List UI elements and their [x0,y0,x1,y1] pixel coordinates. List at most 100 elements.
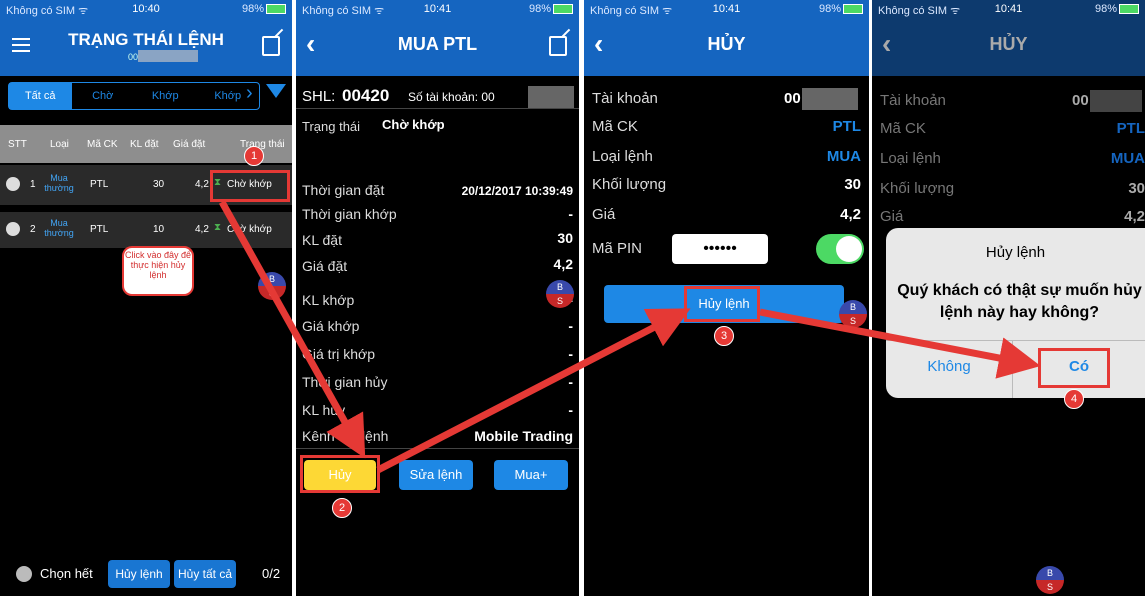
highlight-box-confirm [684,286,760,322]
dialog-no-button[interactable]: Không [886,358,1012,375]
export-icon[interactable] [262,36,280,56]
account-label: Số tài khoản: 00 [408,90,495,104]
cancel-all-button[interactable]: Hủy tất cả [174,560,236,588]
screen-order-status: Không có SIM ᯤ 10:40 98% TRẠNG THÁI LỆNH… [0,0,292,596]
buy-sell-button[interactable]: BS [1036,566,1064,594]
status-bar: Không có SIM ᯤ 10:40 98% [0,0,292,18]
field-value: PTL [832,118,861,135]
page-title: MUA PTL [397,34,478,54]
page-title: TRẠNG THÁI LỆNH [68,30,224,49]
field-value: 20/12/2017 10:39:49 [461,184,573,198]
battery-icon [553,4,573,15]
table-row[interactable]: 2 Mua thường PTL 10 4,2 ⧗ Chờ khớp [0,212,292,248]
field-label: KL khớp [302,292,355,308]
screen-order-detail: Không có SIM ᯤ 10:41 98% ‹ MUA PTL SHL: … [296,0,579,596]
battery-icon [1119,4,1139,15]
field-label: Loại lệnh [592,148,653,165]
field-label: Tài khoản [880,92,946,109]
buy-sell-button[interactable]: BS [258,272,286,300]
field-label: Giá đặt [302,258,348,274]
select-all-label[interactable]: Chọn hết [40,566,93,581]
field-value: - [568,374,573,390]
shl-label: SHL: [302,88,336,105]
footer-bar: Chọn hết Hủy lệnh Hủy tất cả 0/2 [0,560,292,590]
redacted-block [1090,90,1142,112]
field-label: Khối lượng [880,180,955,197]
save-pin-toggle[interactable] [816,234,864,264]
field-value: MUA [826,148,861,165]
shl-value: 00420 [342,86,390,105]
field-label: Thời gian hủy [302,374,388,390]
screen-cancel-order: Không có SIM ᯤ 10:41 98% ‹ HỦY Tài khoản… [584,0,869,596]
export-icon[interactable] [549,36,567,56]
field-label: Thời gian khớp [302,206,397,222]
page-title: HỦY [707,34,746,54]
field-value: 30 [557,230,573,246]
row-checkbox[interactable] [6,222,20,236]
field-label: Khối lượng [592,176,667,193]
field-label: KL đặt [302,232,342,248]
field-label: Mã CK [592,118,638,135]
tab-pending[interactable]: Chờ [72,83,135,109]
field-label: Kênh đặt lệnh [302,428,389,444]
field-value: PTL [1116,120,1145,137]
cancel-order-button[interactable]: Hủy lệnh [108,560,170,588]
buy-more-button[interactable]: Mua+ [494,460,568,490]
pin-label: Mã PIN [592,240,643,257]
field-value: 4,2 [553,256,573,272]
pin-input[interactable]: •••••• [672,234,768,264]
tab-bar: Tất cả Chờ Khớp Khớp [8,82,260,110]
field-label: Giá [592,206,616,223]
highlight-box-status [210,170,290,202]
dialog-message: Quý khách có thật sự muốn hủy lệnh này h… [897,282,1142,321]
step-badge-1: 1 [244,146,264,166]
battery-icon [266,4,286,15]
highlight-box-yes [1038,348,1110,388]
field-value: 30 [1128,180,1145,197]
navbar: TRẠNG THÁI LỆNH 00 [0,18,292,76]
field-label: Mã CK [880,120,926,137]
navbar: ‹ MUA PTL [296,18,579,76]
tab-all[interactable]: Tất cả [9,83,72,109]
select-all-radio[interactable] [16,566,32,582]
battery-icon [843,4,863,15]
field-value: - [568,206,573,222]
hourglass-icon: ⧗ [214,222,222,233]
battery: 98% [242,3,286,15]
redacted-block [802,88,858,110]
row-checkbox[interactable] [6,177,20,191]
navbar: ‹ HỦY [584,18,869,76]
field-value: MUA [1110,150,1145,167]
field-value: Mobile Trading [474,428,573,444]
order-status[interactable]: Chờ khớp [227,224,272,235]
buy-sell-button[interactable]: BS [839,300,867,328]
field-value: - [568,318,573,334]
field-value: - [568,346,573,362]
callout-note: Click vào đây để thực hiện hủy lệnh [122,246,194,296]
field-label: Giá trị khớp [302,346,375,362]
field-label: Thời gian đặt [302,182,385,198]
account-number: 00 [128,52,139,62]
screen-cancel-confirm: Không có SIM ᯤ 10:41 98% ‹ HỦY Tài khoản… [872,0,1145,596]
status-value: Chờ khớp [382,117,445,132]
field-label: Giá [880,208,904,225]
edit-order-button[interactable]: Sửa lệnh [399,460,473,490]
navbar: ‹ HỦY [872,18,1145,76]
buy-sell-button[interactable]: BS [546,280,574,308]
status-bar: Không có SIM ᯤ 10:41 98% [872,0,1145,18]
redacted-block [138,50,198,62]
tab-next-icon[interactable]: › [246,82,253,105]
tab-matched[interactable]: Khớp [134,83,197,109]
field-value: 4,2 [840,206,861,223]
status-label: Trạng thái [302,119,361,134]
step-badge-4: 4 [1064,389,1084,409]
status-bar: Không có SIM ᯤ 10:41 98% [296,0,579,18]
step-badge-2: 2 [332,498,352,518]
field-value: 00 [1072,92,1089,109]
status-bar: Không có SIM ᯤ 10:41 98% [584,0,869,18]
field-label: Loại lệnh [880,150,941,167]
filter-icon[interactable] [266,84,286,98]
selected-count: 0/2 [262,566,281,581]
field-label: KL hủy [302,402,346,418]
field-value: 4,2 [1124,208,1145,225]
